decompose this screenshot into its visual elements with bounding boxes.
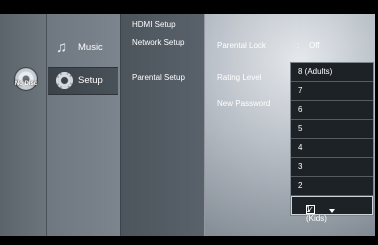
- submenu-hdmi-setup[interactable]: HDMI Setup: [132, 20, 176, 29]
- dropdown-item-label: 2: [298, 181, 303, 190]
- submenu-column: [120, 14, 205, 236]
- setup-screen: No Disc ♫ Music Setup HDMI Setup Network…: [0, 0, 378, 245]
- dropdown-item-label: 3: [298, 162, 303, 171]
- submenu-network-setup[interactable]: Network Setup: [132, 38, 184, 47]
- rating-level-dropdown: 8 (Adults) 7 6 5 4 3 2 ✓ 1 (Kids): [290, 62, 374, 223]
- option-rating-level[interactable]: Rating Level: [217, 73, 261, 82]
- dropdown-item[interactable]: 4: [291, 139, 373, 158]
- disc-status-label: No Disc: [14, 81, 38, 87]
- bottom-border: [0, 236, 378, 245]
- submenu-parental-setup[interactable]: Parental Setup: [132, 73, 185, 82]
- top-border: [0, 0, 378, 14]
- dropdown-item[interactable]: 8 (Adults): [291, 63, 373, 82]
- option-parental-lock[interactable]: Parental Lock: [217, 41, 266, 50]
- dropdown-item-label: 8 (Adults): [298, 67, 333, 76]
- gear-icon: [56, 72, 73, 94]
- dropdown-item[interactable]: 3: [291, 158, 373, 177]
- option-separator: :: [297, 41, 300, 50]
- dropdown-item[interactable]: 5: [291, 120, 373, 139]
- dropdown-item-label: 5: [298, 124, 303, 133]
- scroll-down-arrow-icon[interactable]: [329, 209, 335, 213]
- dropdown-item[interactable]: 7: [291, 82, 373, 101]
- disc-column: [0, 14, 46, 236]
- music-note-icon: ♫: [56, 39, 68, 56]
- dropdown-selected-label: 1 (Kids): [306, 205, 327, 223]
- dropdown-item[interactable]: 6: [291, 101, 373, 120]
- dropdown-item[interactable]: 2: [291, 177, 373, 196]
- option-parental-lock-value: Off: [309, 41, 320, 50]
- category-music[interactable]: ♫ Music: [48, 35, 118, 61]
- category-music-label: Music: [78, 42, 103, 53]
- category-setup-label: Setup: [78, 75, 103, 86]
- dropdown-item-label: 4: [298, 143, 303, 152]
- option-new-password[interactable]: New Password: [217, 99, 270, 108]
- category-setup[interactable]: Setup: [48, 67, 118, 95]
- disc-icon: [14, 67, 38, 91]
- dropdown-item-label: 6: [298, 105, 303, 114]
- dropdown-item-label: 7: [298, 86, 303, 95]
